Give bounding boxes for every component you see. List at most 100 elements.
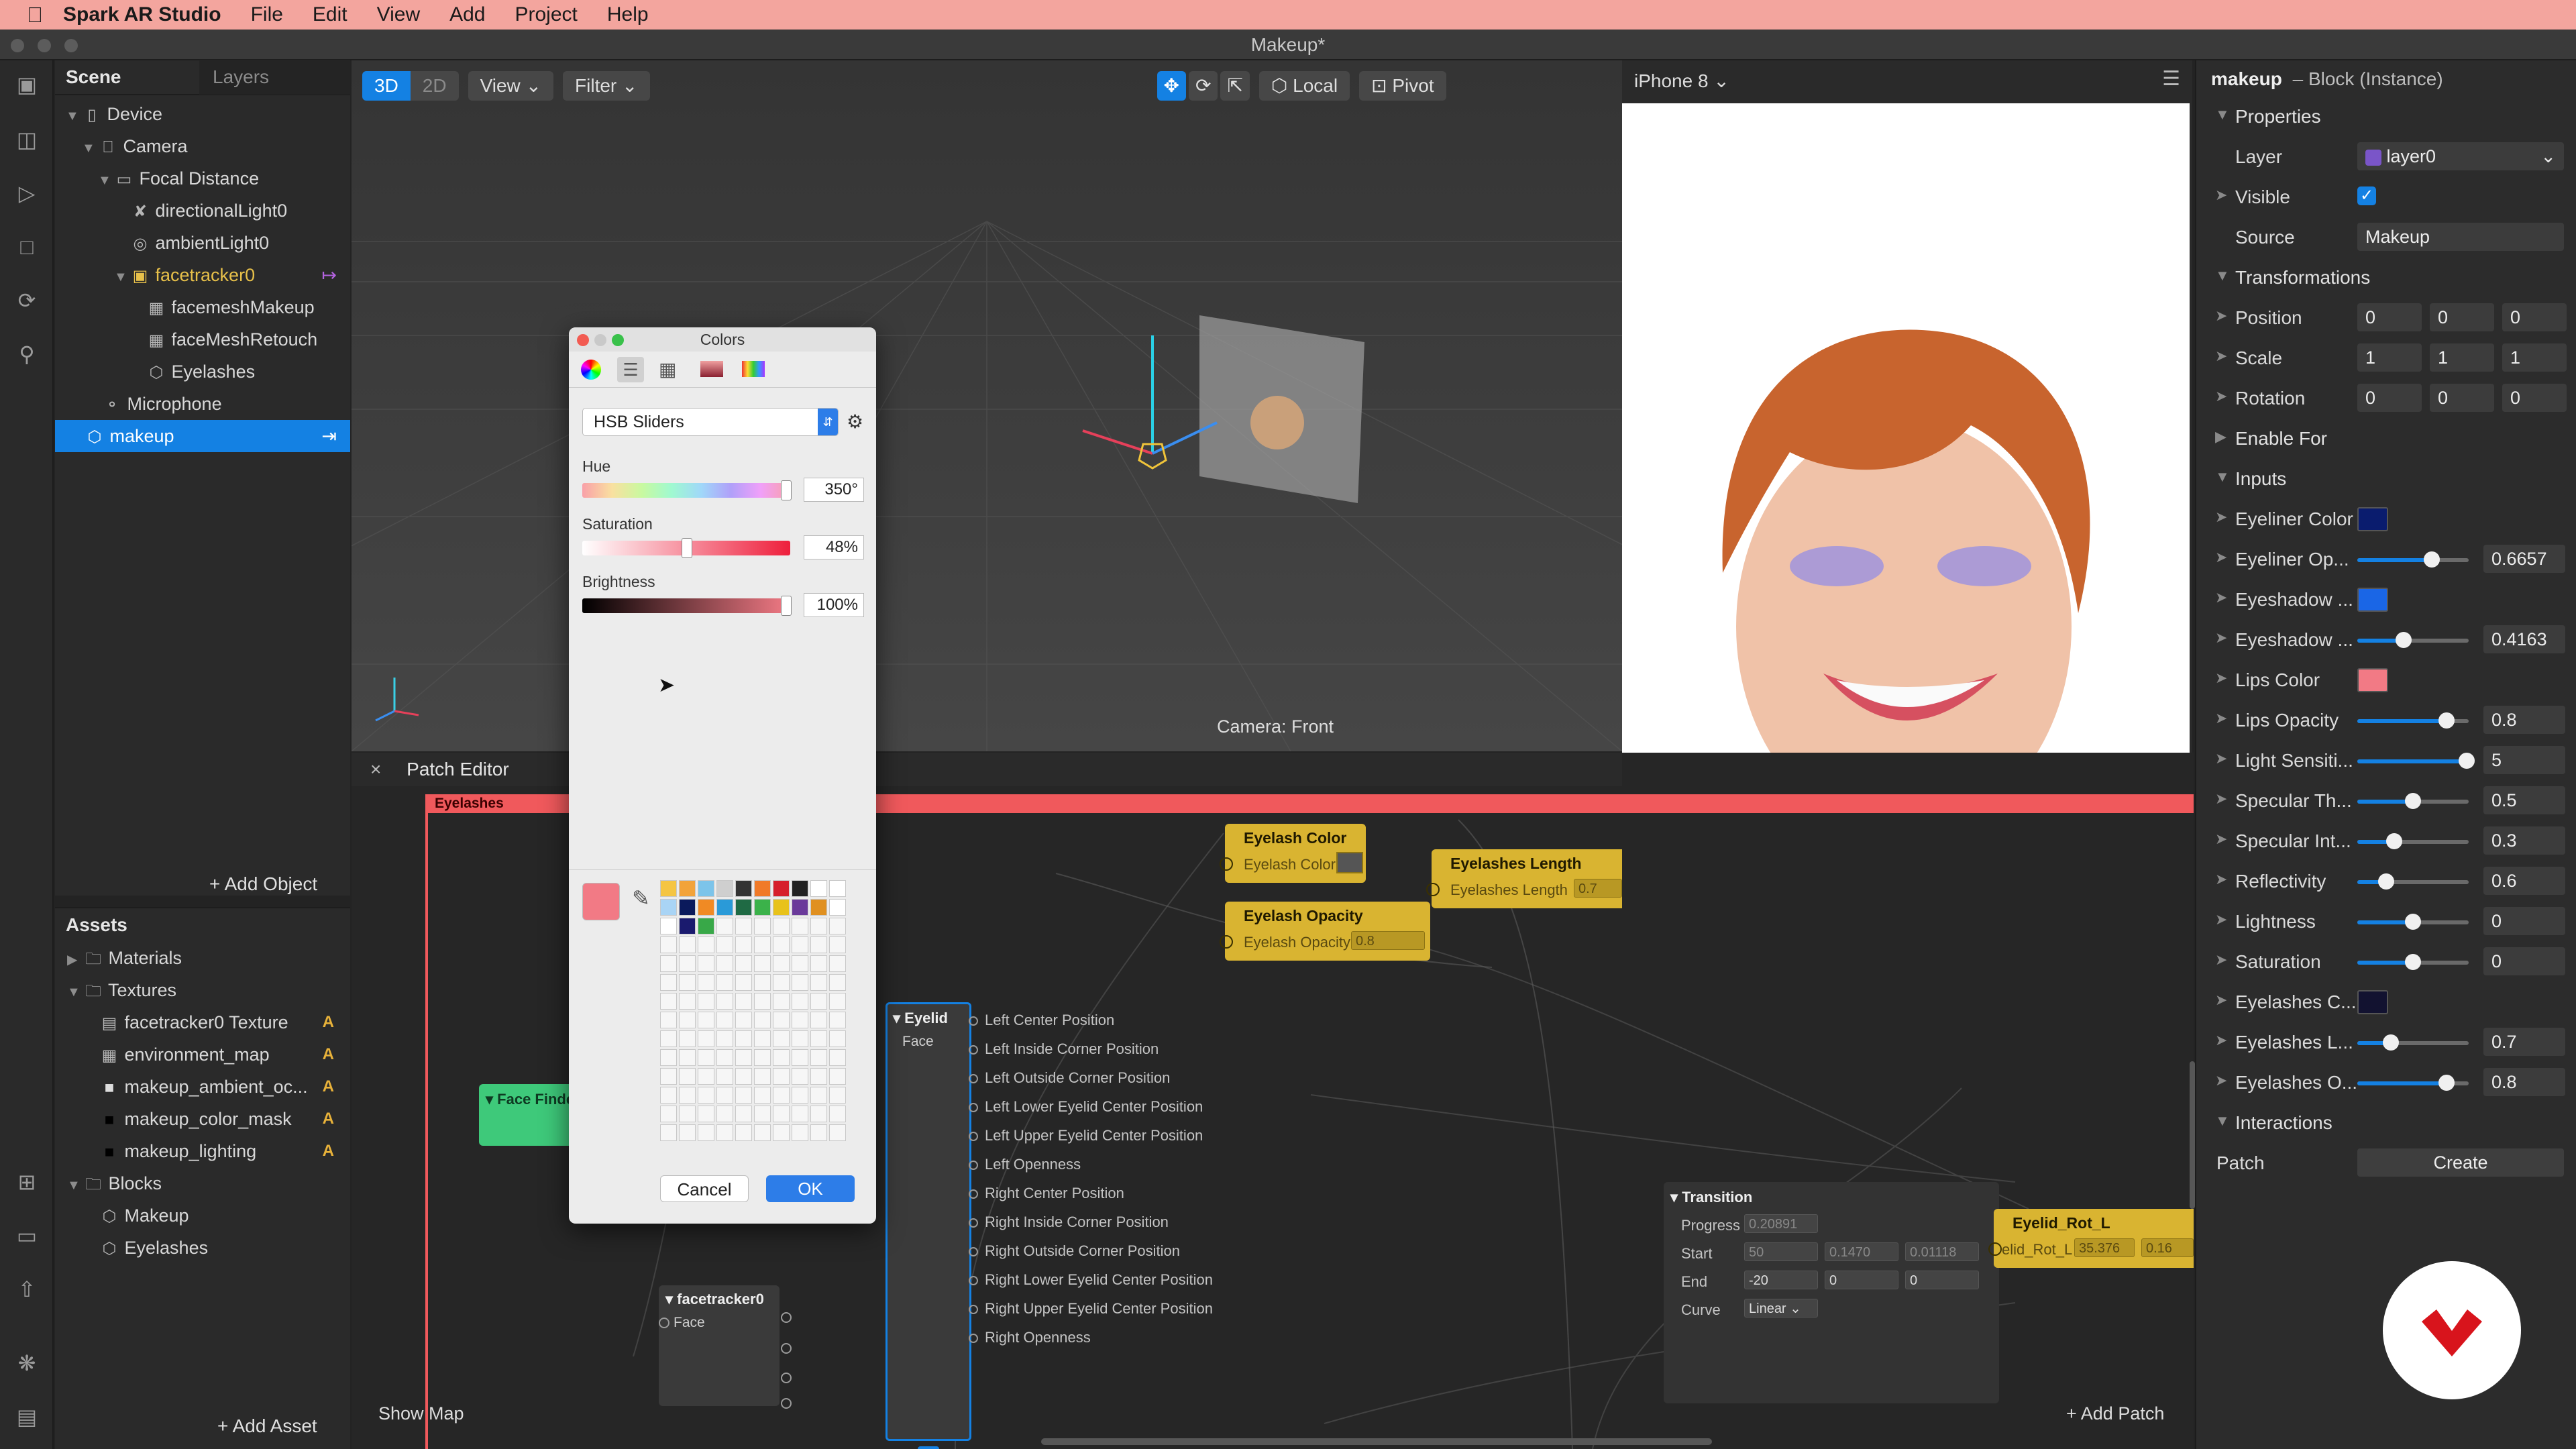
rotation-x-field[interactable]: 0 bbox=[2357, 384, 2422, 412]
saved-color-cell[interactable] bbox=[735, 1087, 752, 1104]
scale-z-field[interactable]: 1 bbox=[2502, 343, 2567, 372]
input-slider[interactable] bbox=[2357, 1075, 2469, 1091]
saved-color-cell[interactable] bbox=[754, 955, 771, 972]
input-port[interactable] bbox=[1426, 883, 1440, 896]
tab-scene[interactable]: Scene bbox=[55, 66, 199, 88]
saved-color-cell[interactable] bbox=[679, 1106, 696, 1122]
add-asset-button[interactable]: + Add Asset bbox=[217, 1415, 317, 1437]
saved-color-cell[interactable] bbox=[716, 1049, 733, 1066]
color-swatch[interactable] bbox=[2357, 990, 2388, 1014]
chevron-down-icon[interactable]: ▼ bbox=[82, 132, 98, 164]
input-slider[interactable] bbox=[2357, 793, 2469, 809]
saved-color-cell[interactable] bbox=[660, 1068, 677, 1085]
saved-color-cell[interactable] bbox=[679, 955, 696, 972]
transition-start-z-field[interactable]: 0.01118 bbox=[1905, 1242, 1979, 1261]
input-slider[interactable] bbox=[2357, 873, 2469, 890]
input-slider[interactable] bbox=[2357, 914, 2469, 930]
pivot-toggle[interactable]: ⊡ Pivot bbox=[1359, 71, 1446, 101]
input-value-field[interactable]: 0.8 bbox=[2483, 1068, 2565, 1096]
input-slider[interactable] bbox=[2357, 753, 2475, 769]
rotation-z-field[interactable]: 0 bbox=[2502, 384, 2567, 412]
chevron-down-icon[interactable]: ▼ bbox=[66, 100, 82, 132]
eyelid-output-port[interactable]: Right Upper Eyelid Center Position bbox=[969, 1300, 1213, 1318]
input-value-field[interactable]: 0 bbox=[2483, 907, 2565, 935]
filter-dropdown[interactable]: Filter ⌄ bbox=[563, 71, 650, 101]
show-map-button[interactable]: Show Map bbox=[378, 1403, 464, 1424]
saved-color-cell[interactable] bbox=[660, 1087, 677, 1104]
saved-color-cell[interactable] bbox=[660, 1106, 677, 1122]
preview-vertical-scrollbar[interactable] bbox=[2190, 1061, 2195, 1209]
saved-color-cell[interactable] bbox=[754, 993, 771, 1010]
eyelid-output-port[interactable]: Right Lower Eyelid Center Position bbox=[969, 1271, 1213, 1289]
eyelash-opacity-field[interactable]: 0.8 bbox=[1351, 931, 1425, 950]
input-value-field[interactable]: 5 bbox=[2483, 746, 2565, 774]
saved-color-cell[interactable] bbox=[698, 1030, 714, 1047]
saved-color-cell[interactable] bbox=[754, 1030, 771, 1047]
saved-color-cell[interactable] bbox=[829, 974, 846, 991]
transition-progress-field[interactable]: 0.20891 bbox=[1744, 1214, 1818, 1233]
transition-curve-dropdown[interactable]: Linear ⌄ bbox=[1744, 1299, 1818, 1318]
saved-color-cell[interactable] bbox=[698, 1106, 714, 1122]
close-patch-editor-button[interactable]: × bbox=[370, 759, 381, 780]
saved-color-cell[interactable] bbox=[754, 1068, 771, 1085]
output-port[interactable] bbox=[781, 1398, 792, 1409]
eyelid-node[interactable]: ▾ Eyelid Face bbox=[885, 1002, 971, 1441]
saved-color-cell[interactable] bbox=[660, 918, 677, 934]
tree-item-facemesh-makeup[interactable]: ▦ facemeshMakeup bbox=[55, 291, 350, 323]
saved-color-cell[interactable] bbox=[735, 1106, 752, 1122]
input-slider[interactable] bbox=[2357, 1034, 2469, 1051]
keyframe-arrow-icon[interactable]: ➤ bbox=[2215, 1072, 2227, 1089]
saved-color-cell[interactable] bbox=[735, 1124, 752, 1141]
saved-color-cell[interactable] bbox=[754, 974, 771, 991]
saved-color-cell[interactable] bbox=[754, 1106, 771, 1122]
asset-folder-textures[interactable]: ▼ 🗀 Textures bbox=[55, 974, 350, 1006]
mode-3d-button[interactable]: 3D bbox=[362, 71, 411, 101]
saved-color-cell[interactable] bbox=[735, 1068, 752, 1085]
saved-color-cell[interactable] bbox=[829, 1106, 846, 1122]
tree-item-camera[interactable]: ▼ ⎕ Camera bbox=[55, 130, 350, 162]
color-swatch[interactable] bbox=[2357, 507, 2388, 531]
saved-color-cell[interactable] bbox=[754, 1124, 771, 1141]
saved-color-cell[interactable] bbox=[698, 1124, 714, 1141]
keyframe-arrow-icon[interactable]: ➤ bbox=[2215, 669, 2227, 687]
eyelid-output-port[interactable]: Left Upper Eyelid Center Position bbox=[969, 1127, 1203, 1144]
keyframe-arrow-icon[interactable]: ➤ bbox=[2215, 911, 2227, 928]
menu-help[interactable]: Help bbox=[607, 3, 649, 26]
layer-dropdown[interactable]: layer0 ⌄ bbox=[2357, 142, 2564, 170]
image-palette-icon[interactable] bbox=[700, 361, 723, 377]
zoom-dialog-button[interactable] bbox=[612, 334, 624, 346]
add-patch-button[interactable]: + Add Patch bbox=[2066, 1403, 2164, 1424]
current-color-swatch[interactable] bbox=[582, 883, 620, 920]
tree-item-directional-light[interactable]: ✘ directionalLight0 bbox=[55, 195, 350, 227]
keyframe-arrow-icon[interactable]: ➤ bbox=[2215, 830, 2227, 848]
slider-thumb[interactable] bbox=[2405, 954, 2421, 970]
menu-add[interactable]: Add bbox=[449, 3, 485, 26]
section-inputs[interactable]: ▼ Inputs bbox=[2196, 459, 2576, 499]
send-to-device-icon[interactable]: ▭ bbox=[12, 1221, 42, 1250]
saved-color-cell[interactable] bbox=[773, 1087, 790, 1104]
saved-color-cell[interactable] bbox=[810, 974, 827, 991]
saved-color-cell[interactable] bbox=[810, 918, 827, 934]
saved-color-cell[interactable] bbox=[698, 1087, 714, 1104]
saved-color-cell[interactable] bbox=[716, 1087, 733, 1104]
transition-start-x-field[interactable]: 50 bbox=[1744, 1242, 1818, 1261]
eyelid-output-port[interactable]: Right Outside Corner Position bbox=[969, 1242, 1180, 1260]
keyframe-arrow-icon[interactable]: ➤ bbox=[2215, 951, 2227, 969]
position-x-field[interactable]: 0 bbox=[2357, 303, 2422, 331]
keyframe-arrow-icon[interactable]: ➤ bbox=[2215, 508, 2227, 526]
saved-color-cell[interactable] bbox=[679, 1049, 696, 1066]
saved-color-cell[interactable] bbox=[679, 899, 696, 916]
hue-slider-thumb[interactable] bbox=[781, 480, 792, 500]
input-port[interactable] bbox=[1988, 1242, 2002, 1256]
saved-color-cell[interactable] bbox=[792, 1068, 808, 1085]
saved-color-cell[interactable] bbox=[773, 1012, 790, 1028]
saved-color-cell[interactable] bbox=[754, 936, 771, 953]
saved-color-cell[interactable] bbox=[698, 918, 714, 934]
saved-color-cell[interactable] bbox=[698, 880, 714, 897]
saved-color-cell[interactable] bbox=[660, 1049, 677, 1066]
saved-color-cell[interactable] bbox=[754, 1087, 771, 1104]
visible-checkbox[interactable]: ✓ bbox=[2357, 186, 2376, 205]
saved-color-cell[interactable] bbox=[754, 1012, 771, 1028]
view-dropdown[interactable]: View ⌄ bbox=[468, 71, 554, 101]
saved-color-cell[interactable] bbox=[735, 993, 752, 1010]
